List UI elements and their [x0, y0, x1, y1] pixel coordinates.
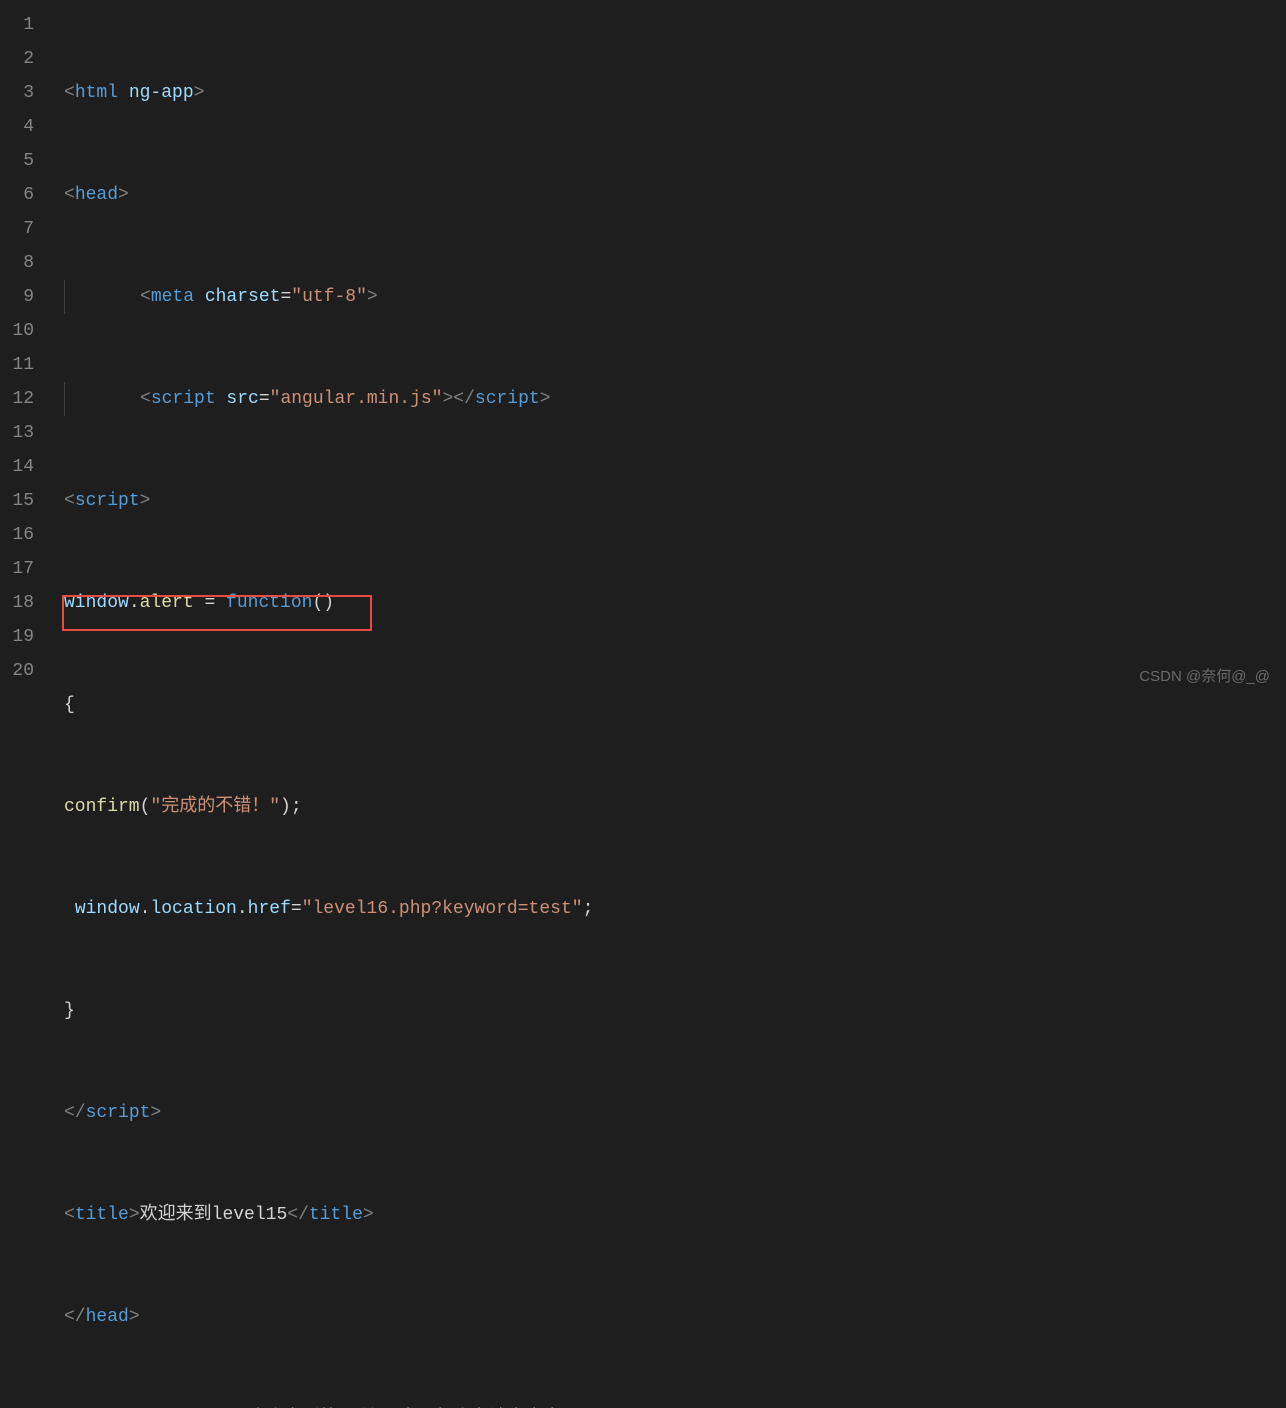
- line-number: 2: [0, 42, 34, 76]
- code-line: }: [52, 994, 1286, 1028]
- code-area[interactable]: <html ng-app> <head> <meta charset="utf-…: [52, 0, 1286, 704]
- code-line: {: [52, 688, 1286, 722]
- watermark: CSDN @奈何@_@: [1139, 660, 1270, 694]
- line-number: 10: [0, 314, 34, 348]
- code-line: <meta charset="utf-8">: [52, 280, 1286, 314]
- code-line: <html ng-app>: [52, 76, 1286, 110]
- line-number: 7: [0, 212, 34, 246]
- line-number: 19: [0, 620, 34, 654]
- line-number: 17: [0, 552, 34, 586]
- line-number: 8: [0, 246, 34, 280]
- code-line: confirm("完成的不错！");: [52, 790, 1286, 824]
- line-number: 15: [0, 484, 34, 518]
- code-editor: 1 2 3 4 5 6 7 8 9 10 11 12 13 14 15 16 1…: [0, 0, 1286, 704]
- line-number: 11: [0, 348, 34, 382]
- code-line: window.location.href="level16.php?keywor…: [52, 892, 1286, 926]
- line-number: 6: [0, 178, 34, 212]
- line-number: 1: [0, 8, 34, 42]
- code-line: <script>: [52, 484, 1286, 518]
- code-line: <title>欢迎来到level15</title>: [52, 1198, 1286, 1232]
- line-number: 3: [0, 76, 34, 110]
- line-number-gutter: 1 2 3 4 5 6 7 8 9 10 11 12 13 14 15 16 1…: [0, 0, 52, 704]
- code-line: </head>: [52, 1300, 1286, 1334]
- code-line: <h1 align=center>欢迎来到第15关，自己想个办法走出去吧！</h…: [52, 1402, 1286, 1408]
- code-line: </script>: [52, 1096, 1286, 1130]
- line-number: 16: [0, 518, 34, 552]
- line-number: 13: [0, 416, 34, 450]
- code-line: <script src="angular.min.js"></script>: [52, 382, 1286, 416]
- line-number: 20: [0, 654, 34, 688]
- line-number: 14: [0, 450, 34, 484]
- line-number: 5: [0, 144, 34, 178]
- code-line: <head>: [52, 178, 1286, 212]
- line-number: 18: [0, 586, 34, 620]
- line-number: 9: [0, 280, 34, 314]
- line-number: 4: [0, 110, 34, 144]
- line-number: 12: [0, 382, 34, 416]
- code-line: window.alert = function(): [52, 586, 1286, 620]
